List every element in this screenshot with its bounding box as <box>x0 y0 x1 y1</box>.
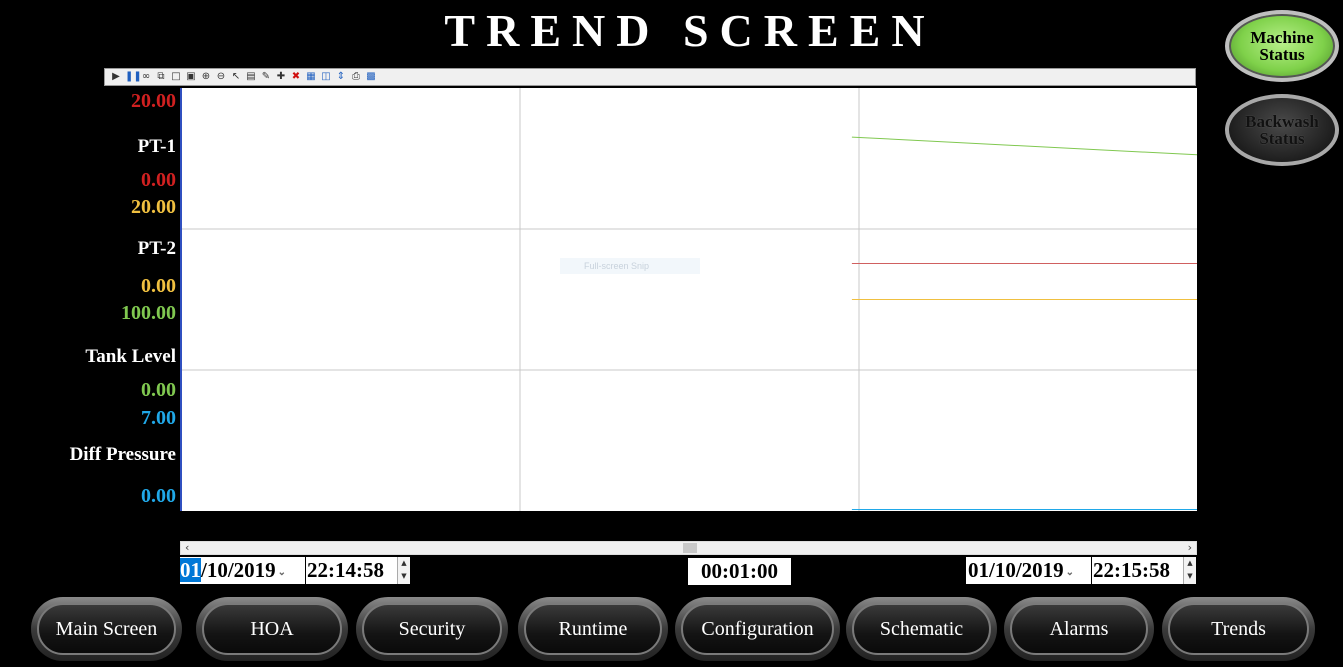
zoom-fit-icon[interactable]: ▣ <box>185 71 197 83</box>
play-icon[interactable]: ▶ <box>110 71 122 83</box>
delete-icon[interactable]: ✖ <box>290 71 302 83</box>
pt1-axis-name: PT-1 <box>137 136 176 157</box>
snip-overlay-label: Full-screen Snip <box>560 258 700 274</box>
nav-main-screen-label: Main Screen <box>37 603 176 655</box>
zoom-in-icon[interactable]: ⊕ <box>200 71 212 83</box>
nav-alarms-label: Alarms <box>1010 603 1148 655</box>
start-date-rest: /10/2019 <box>201 558 276 582</box>
nav-configuration-button[interactable]: Configuration <box>675 597 840 661</box>
trend-toolbar: ▶ ❚❚ ∞ ⧉ □ ▣ ⊕ ⊖ ↖ ▤ ✎ ✚ ✖ ▦ ◫ ⇕ ⎙ ▩ <box>104 68 1196 86</box>
scroll-left-icon[interactable]: ‹ <box>185 541 189 554</box>
table-icon[interactable]: ▤ <box>245 71 257 83</box>
nav-alarms-button[interactable]: Alarms <box>1004 597 1154 661</box>
split-icon[interactable]: ◫ <box>320 71 332 83</box>
start-date-month: 01 <box>180 558 201 582</box>
nav-security-button[interactable]: Security <box>356 597 508 661</box>
end-date-field[interactable]: 01/10/2019 ⌄ <box>966 557 1091 584</box>
nav-main-screen-button[interactable]: Main Screen <box>31 597 182 661</box>
nav-hoa-label: HOA <box>202 603 342 655</box>
cursor-icon[interactable]: ↖ <box>230 71 242 83</box>
start-time-field[interactable]: 22:14:58 ▲ ▼ <box>306 557 410 584</box>
machine-status-button[interactable]: Machine Status <box>1225 10 1339 82</box>
start-date-field[interactable]: 01/10/2019 ⌄ <box>180 557 305 584</box>
page-title: TREND SCREEN <box>444 5 936 56</box>
zoom-out-icon[interactable]: ⊖ <box>215 71 227 83</box>
nav-runtime-button[interactable]: Runtime <box>518 597 668 661</box>
pt2-min-label: 0.00 <box>141 275 176 297</box>
machine-status-line2: Status <box>1259 45 1305 64</box>
pause-icon[interactable]: ❚❚ <box>125 71 142 83</box>
nav-schematic-label: Schematic <box>852 603 991 655</box>
series-line-tank-level <box>851 136 1197 156</box>
pt2-max-label: 20.00 <box>131 196 176 218</box>
diff-pressure-axis-name: Diff Pressure <box>69 444 176 465</box>
backwash-status-line2: Status <box>1259 129 1305 148</box>
scroll-right-icon[interactable]: › <box>1188 541 1192 554</box>
nav-trends-button[interactable]: Trends <box>1162 597 1315 661</box>
edit-icon[interactable]: ✎ <box>260 71 272 83</box>
duration-field[interactable]: 00:01:00 <box>688 558 791 585</box>
diff-pressure-max-label: 7.00 <box>141 407 176 429</box>
tank-level-min-label: 0.00 <box>141 379 176 401</box>
nav-runtime-label: Runtime <box>524 603 662 655</box>
end-time-value: 22:15:58 <box>1093 558 1170 582</box>
end-time-field[interactable]: 22:15:58 ▲ ▼ <box>1092 557 1196 584</box>
nav-schematic-button[interactable]: Schematic <box>846 597 997 661</box>
scroll-thumb[interactable] <box>683 543 697 553</box>
start-time-value: 22:14:58 <box>307 558 384 582</box>
nav-trends-label: Trends <box>1168 603 1309 655</box>
start-date-dropdown-icon[interactable]: ⌄ <box>278 567 286 578</box>
scale-icon[interactable]: ⇕ <box>335 71 347 83</box>
trend-chart-svg <box>182 88 1197 511</box>
nav-security-label: Security <box>362 603 502 655</box>
backwash-status-line1: Backwash <box>1245 112 1319 131</box>
pt1-max-label: 20.00 <box>131 90 176 112</box>
end-date-dropdown-icon[interactable]: ⌄ <box>1066 567 1074 578</box>
link-icon[interactable]: ∞ <box>140 71 152 83</box>
start-time-spinner-icon[interactable]: ▲ ▼ <box>397 557 410 584</box>
tank-level-axis-name: Tank Level <box>85 346 176 367</box>
print-icon[interactable]: ⎙ <box>350 71 362 83</box>
diff-pressure-min-label: 0.00 <box>141 485 176 507</box>
pt2-axis-name: PT-2 <box>137 238 176 259</box>
nav-hoa-button[interactable]: HOA <box>196 597 348 661</box>
end-time-spinner-icon[interactable]: ▲ ▼ <box>1183 557 1196 584</box>
export-icon[interactable]: ▩ <box>365 71 377 83</box>
layout-icon[interactable]: ▦ <box>305 71 317 83</box>
copy-icon[interactable]: ⧉ <box>155 71 167 83</box>
backwash-status-button[interactable]: Backwash Status <box>1225 94 1339 166</box>
tank-level-max-label: 100.00 <box>121 302 176 324</box>
add-icon[interactable]: ✚ <box>275 71 287 83</box>
nav-configuration-label: Configuration <box>681 603 834 655</box>
pt1-min-label: 0.00 <box>141 169 176 191</box>
machine-status-line1: Machine <box>1250 28 1314 47</box>
zoom-area-icon[interactable]: □ <box>170 71 182 83</box>
end-date-value: 01/10/2019 <box>968 558 1064 582</box>
trend-chart[interactable]: Full-screen Snip <box>180 88 1197 511</box>
chart-scrollbar[interactable]: ‹ › <box>180 541 1197 555</box>
